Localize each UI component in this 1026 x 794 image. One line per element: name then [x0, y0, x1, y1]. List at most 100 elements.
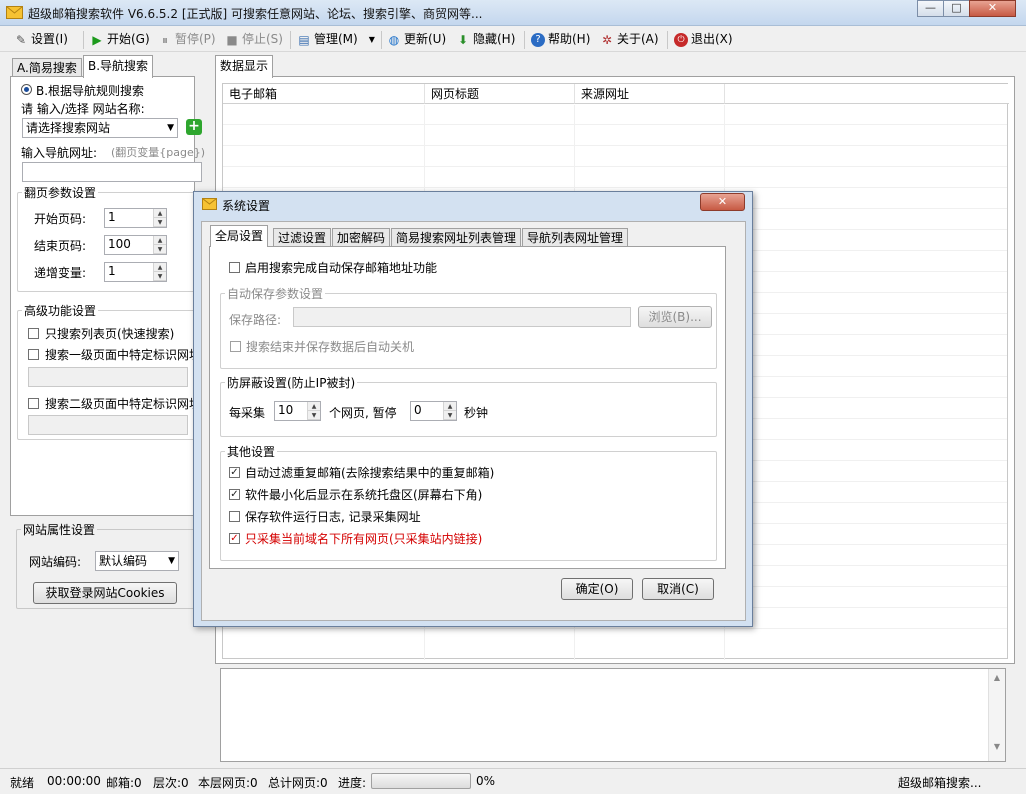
spin-down-icon[interactable]: ▼ [308, 411, 320, 420]
tab-global-settings[interactable]: 全局设置 [210, 225, 269, 247]
start-label: 开始(G) [107, 32, 150, 46]
exit-button[interactable]: ⏻ 退出(X) [674, 30, 733, 49]
tab-nav-search[interactable]: B.导航搜索 [83, 55, 154, 78]
about-button[interactable]: ✲ 关于(A) [600, 30, 659, 49]
log-label: 保存软件运行日志, 记录采集网址 [245, 510, 421, 524]
update-button[interactable]: ◍ 更新(U) [387, 30, 446, 49]
end-page-spinner[interactable]: 100 ▲ ▼ [104, 235, 167, 255]
ok-button[interactable]: 确定(O) [561, 578, 633, 600]
scroll-down-icon[interactable]: ▼ [989, 742, 1005, 751]
help-button[interactable]: ? 帮助(H) [531, 30, 590, 49]
other-settings-group-title: 其他设置 [225, 443, 278, 460]
level1-specific-input[interactable] [28, 367, 188, 387]
minimize-button[interactable]: — [917, 0, 944, 17]
column-header-title[interactable]: 网页标题 [425, 84, 575, 104]
spin-down-icon[interactable]: ▼ [154, 272, 166, 281]
save-path-input[interactable] [293, 307, 631, 327]
column-header-url[interactable]: 来源网址 [575, 84, 725, 104]
seconds-label: 秒钟 [464, 406, 489, 420]
nav-url-label: 输入导航网址: [21, 146, 98, 160]
auto-save-checkbox[interactable] [229, 262, 240, 273]
hide-button[interactable]: ⬇ 隐藏(H) [456, 30, 515, 49]
browse-button[interactable]: 浏览(B)... [638, 306, 712, 328]
tray-checkbox[interactable]: ✓ [229, 489, 240, 500]
spin-down-icon[interactable]: ▼ [154, 245, 166, 254]
advanced-group-title: 高级功能设置 [22, 302, 99, 319]
update-label: 更新(U) [404, 32, 447, 46]
play-icon: ▶ [92, 32, 102, 47]
dropdown-arrow-icon: ▼ [168, 556, 175, 566]
start-page-label: 开始页码: [34, 212, 87, 226]
encoding-combo[interactable]: 默认编码 ▼ [95, 551, 179, 571]
status-bar: 就绪 00:00:00 邮箱:0 层次:0 本层网页:0 总计网页:0 进度: … [0, 768, 1026, 794]
manage-button[interactable]: ▤ 管理(M) ▼ [297, 30, 375, 49]
encoding-label: 网站编码: [29, 555, 82, 569]
shutdown-label: 搜索结束并保存数据后自动关机 [246, 340, 415, 354]
scroll-up-icon[interactable]: ▲ [989, 673, 1005, 682]
tab-filter-settings[interactable]: 过滤设置 [273, 228, 332, 248]
only-list-page-checkbox[interactable] [28, 328, 39, 339]
shutdown-checkbox[interactable] [230, 341, 241, 352]
nav-url-input[interactable] [22, 162, 202, 182]
stop-button[interactable]: ■ 停止(S) [225, 30, 283, 49]
maximize-button[interactable]: □ [943, 0, 970, 17]
toolbar-separator [290, 31, 291, 49]
level2-specific-label: 搜索二级页面中特定标识网址 [45, 397, 195, 411]
same-domain-checkbox[interactable]: ✓ [229, 533, 240, 544]
pause-button[interactable]: ⏸ 暂停(P) [158, 30, 216, 49]
site-name-label: 请 输入/选择 网站名称: [21, 102, 145, 116]
start-button[interactable]: ▶ 开始(G) [90, 30, 150, 49]
grid-row-line [223, 166, 1007, 167]
site-attr-group-title: 网站属性设置 [21, 521, 98, 538]
level2-specific-input[interactable] [28, 415, 188, 435]
every-pages-spinner[interactable]: 10 ▲ ▼ [274, 401, 321, 421]
dialog-title: 系统设置 [222, 199, 271, 213]
spin-up-icon[interactable]: ▲ [308, 402, 320, 411]
dialog-close-button[interactable]: ✕ [700, 193, 745, 211]
status-total-pages: 总计网页:0 [268, 776, 328, 790]
cancel-button[interactable]: 取消(C) [642, 578, 714, 600]
filter-dup-checkbox[interactable]: ✓ [229, 467, 240, 478]
level2-specific-checkbox[interactable] [28, 398, 39, 409]
tab-simple-url-list[interactable]: 简易搜索网址列表管理 [391, 228, 522, 248]
grid-row-line [223, 628, 1007, 629]
log-textarea[interactable]: ▲ ▼ [220, 668, 1006, 762]
log-checkbox[interactable] [229, 511, 240, 522]
only-list-page-label: 只搜索列表页(快速搜索) [45, 327, 175, 341]
spin-up-icon[interactable]: ▲ [154, 263, 166, 272]
help-label: 帮助(H) [548, 32, 591, 46]
tab-data-display[interactable]: 数据显示 [215, 55, 274, 78]
tab-encrypt-decode[interactable]: 加密解码 [332, 228, 391, 248]
spin-up-icon[interactable]: ▲ [444, 402, 456, 411]
pause-icon: ⏸ [161, 32, 168, 47]
tab-simple-search[interactable]: A.简易搜索 [12, 58, 82, 78]
tab-nav-url-list[interactable]: 导航列表网址管理 [522, 228, 629, 248]
spin-up-icon[interactable]: ▲ [154, 209, 166, 218]
spin-down-icon[interactable]: ▼ [444, 411, 456, 420]
start-page-spinner[interactable]: 1 ▲ ▼ [104, 208, 167, 228]
site-combo[interactable]: 请选择搜索网站 ▼ [22, 118, 178, 138]
envelope-icon [202, 198, 217, 210]
get-cookies-button[interactable]: 获取登录网站Cookies [33, 582, 177, 604]
add-site-icon[interactable]: + [186, 119, 202, 135]
increment-label: 递增变量: [34, 266, 87, 280]
grid-row-line [223, 187, 1007, 188]
spin-down-icon[interactable]: ▼ [154, 218, 166, 227]
settings-button[interactable]: ✎ 设置(I) [14, 30, 68, 49]
nav-rule-radio[interactable] [21, 84, 32, 95]
level1-specific-checkbox[interactable] [28, 349, 39, 360]
log-scrollbar[interactable]: ▲ ▼ [988, 669, 1005, 761]
pause-seconds-spinner[interactable]: 0 ▲ ▼ [410, 401, 457, 421]
level1-specific-label: 搜索一级页面中特定标识网址 [45, 348, 195, 362]
status-ready: 就绪 [10, 776, 35, 790]
other-settings-group: 其他设置 ✓ 自动过滤重复邮箱(去除搜索结果中的重复邮箱) ✓ 软件最小化后显示… [220, 443, 717, 561]
close-button[interactable]: ✕ [969, 0, 1016, 17]
column-header-email[interactable]: 电子邮箱 [223, 84, 425, 104]
increment-spinner[interactable]: 1 ▲ ▼ [104, 262, 167, 282]
help-icon: ? [531, 32, 545, 47]
end-page-label: 结束页码: [34, 239, 87, 253]
wrench-icon: ✎ [15, 32, 27, 47]
anti-block-group: 防屏蔽设置(防止IP被封) 每采集 10 ▲ ▼ 个网页, 暂停 0 ▲ ▼ 秒钟 [220, 374, 717, 437]
spin-up-icon[interactable]: ▲ [154, 236, 166, 245]
envelope-icon [6, 6, 23, 19]
